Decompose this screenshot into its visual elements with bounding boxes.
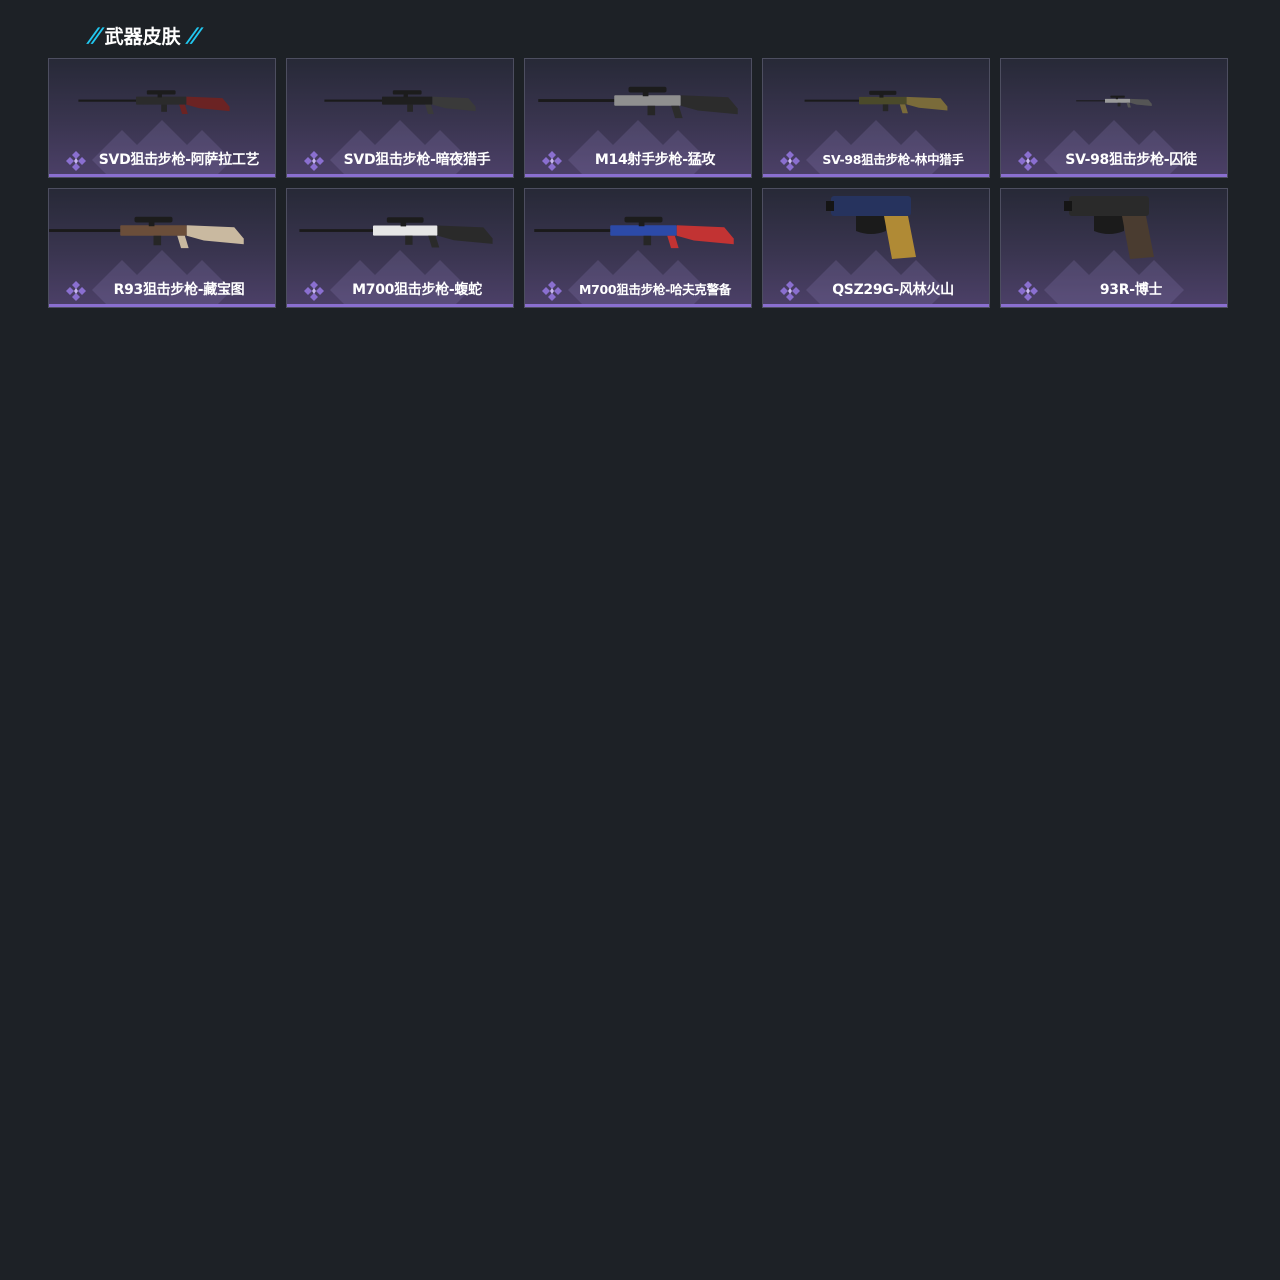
card-footer: 93R-博士 (1001, 278, 1227, 302)
sv98-sniper-rifle-icon (1076, 95, 1152, 108)
card-footer: QSZ29G-风林火山 (763, 278, 989, 302)
svd-sniper-rifle-icon (324, 90, 476, 114)
skin-grid: SVD狙击步枪-阿萨拉工艺 SVD狙击步枪-暗夜猎手 M14射手步枪-猛攻 SV-98… (48, 58, 1228, 308)
card-footer: M700狙击步枪-蝮蛇 (287, 278, 513, 302)
skin-card[interactable]: SVD狙击步枪-暗夜猎手 (286, 58, 514, 178)
skin-card[interactable]: QSZ29G-风林火山 (762, 188, 990, 308)
m700-sniper-rifle-icon (299, 217, 493, 248)
skin-card[interactable]: SV-98狙击步枪-林中猎手 (762, 58, 990, 178)
skin-name: QSZ29G-风林火山 (832, 282, 954, 298)
card-footer: SV-98狙击步枪-囚徒 (1001, 148, 1227, 172)
card-footer: SV-98狙击步枪-林中猎手 (763, 148, 989, 172)
skin-name: SV-98狙击步枪-林中猎手 (822, 152, 964, 167)
card-footer: M14射手步枪-猛攻 (525, 148, 751, 172)
diamond-cluster-icon (304, 281, 324, 301)
skin-name: 93R-博士 (1099, 282, 1163, 298)
sv98-sniper-rifle-icon (804, 90, 948, 114)
diamond-cluster-icon (780, 281, 800, 301)
skin-name: R93狙击步枪-藏宝图 (113, 282, 245, 298)
skin-card[interactable]: M700狙击步枪-蝮蛇 (286, 188, 514, 308)
card-footer: M700狙击步枪-哈夫克警备 (525, 278, 751, 302)
skin-card[interactable]: SV-98狙击步枪-囚徒 (1000, 58, 1228, 178)
skin-card[interactable]: SVD狙击步枪-阿萨拉工艺 (48, 58, 276, 178)
section-title: 武器皮肤 (104, 25, 181, 48)
svd-sniper-rifle-icon (78, 90, 230, 114)
diamond-cluster-icon (542, 151, 562, 171)
skin-name: M14射手步枪-猛攻 (594, 152, 716, 168)
skin-card[interactable]: 93R-博士 (1000, 188, 1228, 308)
skin-card[interactable]: M700狙击步枪-哈夫克警备 (524, 188, 752, 308)
qsz29g-pistol-icon (826, 196, 916, 259)
diamond-cluster-icon (66, 151, 86, 171)
m700-sniper-rifle-icon (534, 216, 734, 249)
diamond-cluster-icon (780, 151, 800, 171)
skin-name: M700狙击步枪-哈夫克警备 (578, 282, 732, 297)
diamond-cluster-icon (1018, 151, 1038, 171)
skin-card[interactable]: R93狙击步枪-藏宝图 (48, 188, 276, 308)
diamond-cluster-icon (542, 281, 562, 301)
diamond-cluster-icon (1018, 281, 1038, 301)
card-footer: SVD狙击步枪-暗夜猎手 (287, 148, 513, 172)
r93-sniper-rifle-icon (49, 216, 244, 249)
skin-name: SV-98狙击步枪-囚徒 (1065, 152, 1197, 168)
m14-rifle-icon (538, 86, 738, 119)
double-slash-icon: // (186, 23, 200, 47)
card-footer: SVD狙击步枪-阿萨拉工艺 (49, 148, 275, 172)
skin-card[interactable]: M14射手步枪-猛攻 (524, 58, 752, 178)
double-slash-icon: // (87, 23, 102, 47)
section-header: // 武器皮肤 // (87, 20, 200, 50)
diamond-cluster-icon (66, 281, 86, 301)
skin-name: SVD狙击步枪-暗夜猎手 (343, 152, 491, 168)
skin-name: SVD狙击步枪-阿萨拉工艺 (98, 152, 260, 168)
93r-pistol-icon (1064, 196, 1154, 259)
diamond-cluster-icon (304, 151, 324, 171)
skin-name: M700狙击步枪-蝮蛇 (352, 282, 482, 298)
card-footer: R93狙击步枪-藏宝图 (49, 278, 275, 302)
